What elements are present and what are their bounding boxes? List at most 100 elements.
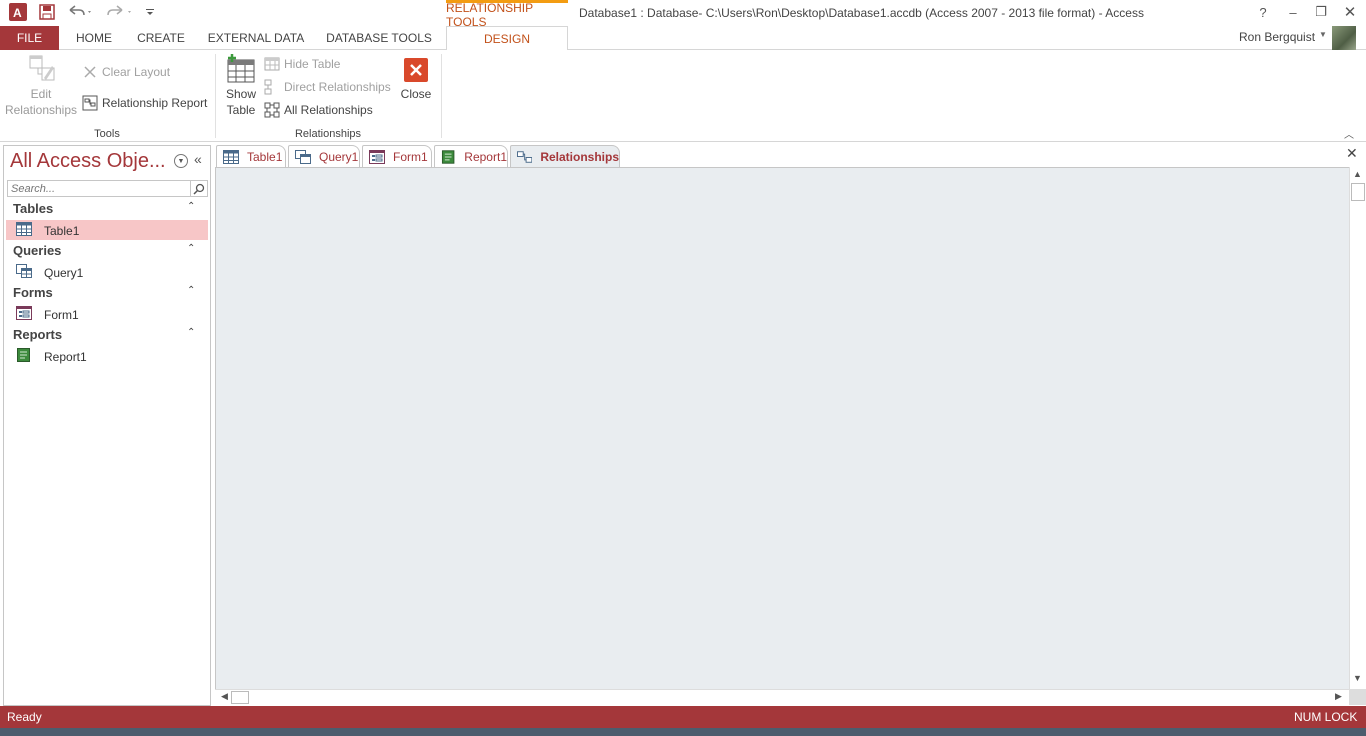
relationships-canvas[interactable]: [215, 167, 1349, 689]
title-bar: A RELATIONSHIP TOOLS Database1 : Databas…: [0, 0, 1366, 29]
nav-item-label: Form1: [44, 308, 79, 322]
nav-group-tables[interactable]: Tables ⌃: [4, 199, 210, 219]
vertical-scrollbar[interactable]: ▲ ▼: [1349, 167, 1366, 689]
collapse-group-icon[interactable]: ⌃: [187, 327, 195, 338]
scroll-thumb[interactable]: [231, 691, 249, 704]
collapse-group-icon[interactable]: ⌃: [187, 243, 195, 254]
ribbon-tab-bar: FILE HOME CREATE EXTERNAL DATA DATABASE …: [0, 26, 1366, 51]
nav-group-queries[interactable]: Queries ⌃: [4, 241, 210, 261]
collapse-group-icon[interactable]: ⌃: [187, 201, 195, 212]
navigation-pane: All Access Obje... ▼ « Tables ⌃ Table1 Q…: [3, 145, 211, 706]
relationship-report-icon: [82, 95, 98, 111]
table-icon: [223, 149, 239, 164]
doc-tab-form1[interactable]: Form1: [362, 145, 432, 167]
nav-item-table1[interactable]: Table1: [6, 220, 208, 240]
save-icon[interactable]: [38, 2, 56, 22]
show-table-label-2: Table: [226, 103, 256, 117]
collapse-ribbon-icon[interactable]: ︿: [1344, 126, 1354, 141]
tab-external-data[interactable]: EXTERNAL DATA: [200, 26, 312, 50]
access-logo-icon[interactable]: A: [8, 2, 28, 22]
nav-group-label: Forms: [13, 285, 53, 300]
doc-tab-table1[interactable]: Table1: [216, 145, 286, 167]
all-relationships-label: All Relationships: [284, 103, 373, 117]
tab-home[interactable]: HOME: [66, 26, 122, 50]
clear-layout-button[interactable]: Clear Layout: [82, 64, 170, 80]
close-icon: [404, 58, 428, 82]
collapse-group-icon[interactable]: ⌃: [187, 285, 195, 296]
nav-search-input[interactable]: [7, 180, 191, 197]
close-relationships-button[interactable]: Close: [396, 54, 436, 102]
doc-tab-query1[interactable]: Query1: [288, 145, 360, 167]
edit-relationships-button[interactable]: Edit Relationships: [4, 54, 78, 118]
restore-button[interactable]: ❐: [1308, 3, 1334, 21]
relationship-report-label: Relationship Report: [102, 96, 208, 110]
hide-table-button[interactable]: Hide Table: [264, 56, 340, 72]
close-document-icon[interactable]: ✕: [1346, 145, 1358, 162]
ribbon-group-separator: [441, 54, 442, 138]
user-name[interactable]: Ron Bergquist: [1239, 30, 1315, 44]
nav-item-report1[interactable]: Report1: [6, 346, 208, 366]
relationship-report-button[interactable]: Relationship Report: [82, 95, 207, 111]
customize-qat-icon[interactable]: [144, 2, 156, 22]
report-icon: [441, 149, 455, 164]
help-button[interactable]: ?: [1250, 3, 1276, 21]
hide-table-label: Hide Table: [284, 57, 341, 71]
horizontal-scrollbar[interactable]: ◀ ▶: [215, 689, 1349, 705]
tab-database-tools[interactable]: DATABASE TOOLS: [320, 26, 438, 50]
close-window-button[interactable]: ✕: [1337, 3, 1363, 21]
minimize-button[interactable]: –: [1280, 3, 1306, 21]
nav-group-forms[interactable]: Forms ⌃: [4, 283, 210, 303]
avatar[interactable]: [1332, 26, 1356, 50]
query-icon: [295, 149, 311, 164]
redo-icon[interactable]: [106, 2, 134, 22]
tab-design[interactable]: DESIGN: [446, 26, 568, 51]
query-icon: [16, 264, 32, 278]
nav-item-label: Report1: [44, 350, 87, 364]
doc-tab-label: Report1: [464, 149, 507, 164]
scroll-left-icon[interactable]: ◀: [221, 691, 228, 702]
direct-relationships-button[interactable]: Direct Relationships: [264, 79, 391, 95]
tab-file[interactable]: FILE: [0, 26, 59, 50]
direct-relationships-label: Direct Relationships: [284, 80, 391, 94]
show-table-icon: [227, 54, 255, 83]
nav-item-query1[interactable]: Query1: [6, 262, 208, 282]
nav-pane-menu-icon[interactable]: ▼: [174, 154, 188, 168]
scroll-right-icon[interactable]: ▶: [1335, 691, 1342, 702]
scroll-thumb[interactable]: [1351, 183, 1365, 201]
direct-relationships-icon: [264, 79, 280, 95]
form-icon: [16, 306, 32, 320]
nav-item-form1[interactable]: Form1: [6, 304, 208, 324]
report-icon: [17, 348, 30, 362]
search-icon[interactable]: [191, 180, 208, 197]
doc-tab-report1[interactable]: Report1: [434, 145, 508, 167]
num-lock-indicator: NUM LOCK: [1294, 710, 1358, 724]
relationships-group-label: Relationships: [294, 128, 362, 140]
clear-layout-label: Clear Layout: [102, 65, 171, 79]
form-icon: [369, 149, 385, 164]
all-relationships-button[interactable]: All Relationships: [264, 102, 373, 118]
nav-pane-shutter-icon[interactable]: «: [194, 151, 202, 167]
document-tab-bar: Table1 Query1 Form1 Report1 Relationship…: [214, 143, 1366, 167]
nav-group-label: Tables: [13, 201, 54, 216]
tools-group-label: Tools: [94, 128, 120, 140]
user-menu-caret-icon[interactable]: ▼: [1319, 30, 1327, 39]
nav-group-reports[interactable]: Reports ⌃: [4, 325, 210, 345]
all-relationships-icon: [264, 102, 280, 118]
nav-item-label: Table1: [44, 224, 80, 238]
doc-tab-relationships[interactable]: Relationships: [510, 145, 620, 167]
hide-table-icon: [264, 56, 280, 72]
show-table-button[interactable]: Show Table: [220, 54, 262, 118]
doc-tab-label: Table1: [247, 149, 283, 164]
status-text: Ready: [7, 710, 42, 724]
nav-pane-title[interactable]: All Access Obje...: [10, 150, 166, 173]
scroll-down-icon[interactable]: ▼: [1353, 673, 1362, 683]
undo-icon[interactable]: [66, 2, 94, 22]
ribbon: Edit Relationships Clear Layout Relation…: [0, 50, 1366, 142]
tab-create[interactable]: CREATE: [130, 26, 192, 50]
table-icon: [16, 222, 32, 236]
close-relationships-label: Close: [400, 87, 432, 101]
scroll-corner: [1349, 689, 1366, 705]
scroll-up-icon[interactable]: ▲: [1353, 169, 1362, 179]
edit-relationships-label-2: Relationships: [4, 103, 78, 117]
doc-tab-label: Relationships: [540, 149, 619, 164]
